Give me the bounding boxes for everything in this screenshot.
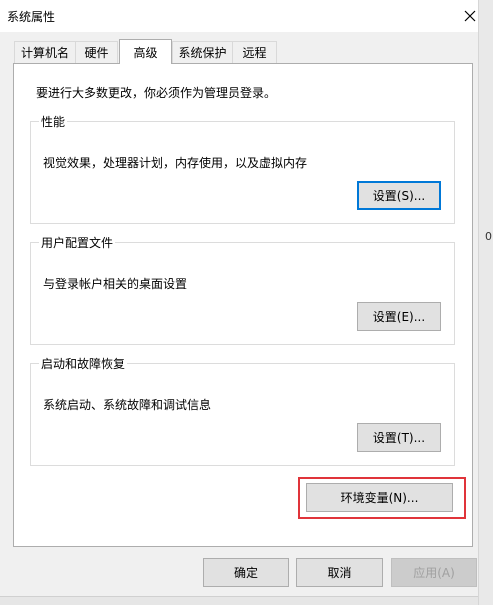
user-profiles-description: 与登录帐户相关的桌面设置 (43, 277, 188, 291)
title-bar: 系统属性 (0, 0, 493, 32)
cancel-button[interactable]: 取消 (296, 558, 383, 587)
performance-settings-button[interactable]: 设置(S)... (357, 181, 441, 210)
apply-button[interactable]: 应用(A) (391, 558, 477, 587)
user-profiles-group-title: 用户配置文件 (41, 236, 114, 250)
tab-remote[interactable]: 远程 (232, 41, 277, 63)
tab-computer-name[interactable]: 计算机名 (14, 41, 76, 63)
close-icon (464, 10, 476, 22)
startup-recovery-settings-button[interactable]: 设置(T)... (357, 423, 441, 452)
background-window-edge: 0 (478, 0, 493, 605)
admin-notice: 要进行大多数更改，你必须作为管理员登录。 (36, 86, 277, 100)
startup-recovery-description: 系统启动、系统故障和调试信息 (43, 398, 212, 412)
tab-hardware[interactable]: 硬件 (75, 41, 118, 63)
performance-group-title: 性能 (41, 115, 66, 129)
highlight-annotation-box (298, 477, 466, 519)
window-title: 系统属性 (7, 10, 56, 24)
startup-recovery-group-title: 启动和故障恢复 (41, 357, 126, 371)
background-window-bottom (0, 596, 478, 605)
tab-system-protection[interactable]: 系统保护 (172, 41, 233, 63)
tab-advanced[interactable]: 高级 (119, 39, 172, 64)
performance-description: 视觉效果，处理器计划，内存使用，以及虚拟内存 (43, 156, 308, 170)
user-profiles-settings-button[interactable]: 设置(E)... (357, 302, 441, 331)
ok-button[interactable]: 确定 (203, 558, 289, 587)
background-partial-text: 0 (485, 230, 492, 243)
